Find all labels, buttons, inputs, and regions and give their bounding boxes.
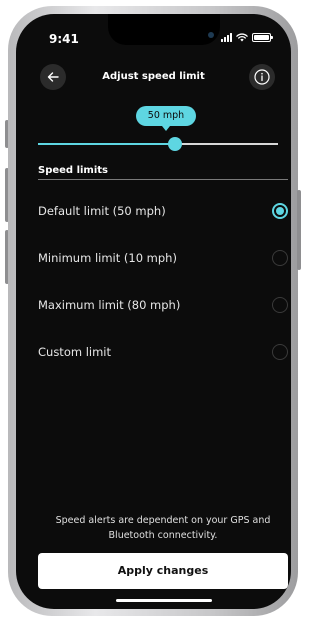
option-default-limit[interactable]: Default limit (50 mph)	[38, 187, 288, 234]
option-label: Minimum limit (10 mph)	[38, 250, 177, 265]
radio-button[interactable]	[272, 249, 288, 266]
option-maximum-limit[interactable]: Maximum limit (80 mph)	[38, 281, 288, 328]
radio-button[interactable]	[272, 343, 288, 360]
gps-bluetooth-note: Speed alerts are dependent on your GPS a…	[55, 515, 271, 541]
section-divider	[38, 179, 288, 180]
option-label: Custom limit	[38, 344, 112, 359]
slider-track-fill	[38, 143, 176, 145]
power-button	[297, 190, 301, 270]
radio-button[interactable]	[272, 296, 288, 313]
phone-screen: 9:41 Adjust speed limit 50 mph Speed lim…	[16, 14, 291, 609]
info-icon	[254, 69, 270, 85]
option-minimum-limit[interactable]: Minimum limit (10 mph)	[38, 234, 288, 281]
battery-icon	[252, 33, 273, 42]
home-indicator	[116, 599, 212, 602]
speed-slider[interactable]	[38, 135, 278, 153]
apply-changes-button[interactable]: Apply changes	[38, 553, 288, 589]
speed-limit-options: Default limit (50 mph) Minimum limit (10…	[38, 187, 288, 375]
notch	[108, 14, 220, 45]
info-button[interactable]	[249, 64, 275, 90]
option-label: Maximum limit (80 mph)	[38, 297, 181, 312]
speed-limits-heading: Speed limits	[38, 165, 108, 176]
option-label: Default limit (50 mph)	[38, 203, 166, 218]
speed-value-bubble: 50 mph	[136, 106, 196, 131]
option-custom-limit[interactable]: Custom limit	[38, 328, 288, 375]
radio-button[interactable]	[272, 202, 288, 219]
wifi-icon	[236, 33, 248, 42]
status-time: 9:41	[49, 32, 79, 46]
status-icons	[221, 33, 273, 42]
front-camera	[208, 32, 214, 38]
slider-thumb[interactable]	[168, 137, 183, 151]
cellular-signal-icon	[221, 33, 232, 42]
